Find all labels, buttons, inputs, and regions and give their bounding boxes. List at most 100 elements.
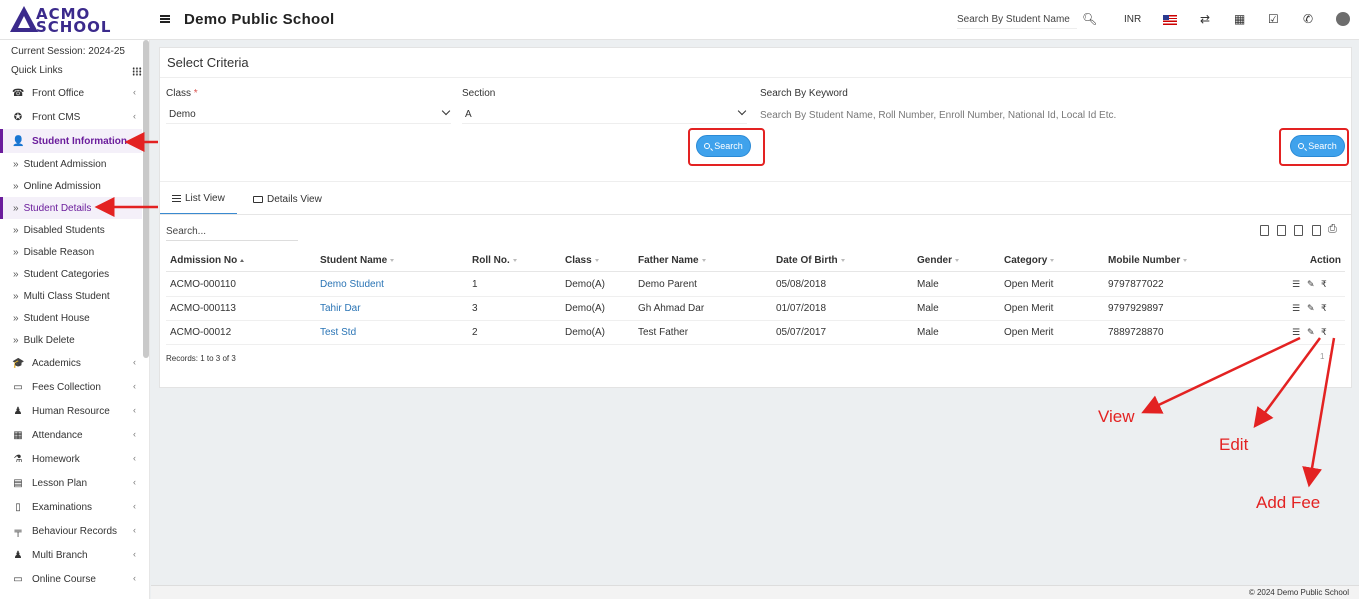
- column-header-date-of-birth[interactable]: Date Of Birth: [776, 255, 845, 266]
- annotation-edit: Edit: [1219, 435, 1249, 454]
- column-header-gender[interactable]: Gender: [917, 255, 960, 266]
- copy-icon[interactable]: [1260, 225, 1269, 236]
- student-name-link[interactable]: Test Std: [320, 327, 356, 338]
- sidebar-item-student-information[interactable]: 👤 Student Information: [0, 129, 142, 153]
- sidebar-item-label: Online Course: [32, 573, 96, 585]
- sidebar-item-examinations[interactable]: ▯ Examinations ‹: [0, 495, 142, 519]
- sidebar-item-behaviour-records[interactable]: ╤ Behaviour Records ‹: [0, 519, 142, 543]
- list-icon: [172, 195, 181, 202]
- sidebar-item-human-resource[interactable]: ♟ Human Resource ‹: [0, 399, 142, 423]
- highlight-box: [688, 128, 765, 166]
- print-icon[interactable]: ⎙: [1328, 223, 1337, 236]
- table-cell: 7889728870: [1108, 327, 1164, 338]
- sidebar-item-bulk-delete[interactable]: Bulk Delete: [0, 329, 142, 351]
- sidebar-item-academics[interactable]: 🎓 Academics ‹: [0, 351, 142, 375]
- sidebar-item-online-course[interactable]: ▭ Online Course ‹: [0, 567, 142, 591]
- switch-icon[interactable]: ⇄: [1200, 12, 1210, 26]
- table-cell: Open Merit: [1004, 303, 1054, 314]
- sidebar-item-label: Student House: [23, 312, 90, 324]
- logo-icon: [10, 5, 38, 32]
- pdf-icon[interactable]: [1312, 225, 1321, 236]
- sidebar-item-disabled-students[interactable]: Disabled Students: [0, 219, 142, 241]
- table-cell: Test Father: [638, 327, 689, 338]
- column-header-admission-no[interactable]: Admission No: [170, 255, 245, 266]
- sidebar-scrollbar[interactable]: [143, 40, 149, 358]
- column-header-mobile-number[interactable]: Mobile Number: [1108, 255, 1188, 266]
- csv-icon[interactable]: [1294, 225, 1303, 236]
- sidebar-item-student-details[interactable]: Student Details: [0, 197, 142, 219]
- edit-icon[interactable]: ✎: [1307, 303, 1315, 314]
- sidebar-item-multi-class-student[interactable]: Multi Class Student: [0, 285, 142, 307]
- currency-selector[interactable]: INR: [1124, 14, 1141, 25]
- fees-icon: ▭: [13, 381, 23, 393]
- sidebar-item-label: Student Details: [23, 202, 92, 214]
- column-header-label: Action: [1309, 255, 1341, 266]
- task-checklist-icon[interactable]: ☑: [1268, 12, 1279, 26]
- column-header-class[interactable]: Class: [565, 255, 599, 266]
- student-search-input[interactable]: [957, 11, 1077, 29]
- class-select[interactable]: Demo: [166, 106, 451, 124]
- chevron-left-icon: ‹: [133, 381, 136, 391]
- sort-icon: [512, 258, 517, 262]
- student-name-link[interactable]: Demo Student: [320, 279, 384, 290]
- tab-details-view[interactable]: Details View: [241, 184, 334, 215]
- sidebar-item-fees-collection[interactable]: ▭ Fees Collection ‹: [0, 375, 142, 399]
- page-number[interactable]: 1: [1320, 352, 1324, 361]
- calendar-icon[interactable]: ▦: [1234, 12, 1245, 26]
- language-flag-icon[interactable]: [1163, 15, 1177, 25]
- sort-icon: [1183, 258, 1188, 262]
- school-logo[interactable]: ACMO SCHOOL: [0, 0, 150, 40]
- annotation-view: View: [1098, 407, 1135, 426]
- table-cell: Demo(A): [565, 303, 606, 314]
- sidebar-item-multi-branch[interactable]: ♟ Multi Branch ‹: [0, 543, 142, 567]
- edit-icon[interactable]: ✎: [1307, 327, 1315, 338]
- column-header-action[interactable]: Action: [1310, 255, 1341, 266]
- add-fee-icon[interactable]: ₹: [1321, 279, 1327, 290]
- keyword-search-input[interactable]: [760, 106, 1345, 124]
- edit-icon[interactable]: ✎: [1307, 279, 1315, 290]
- column-header-label: Class: [565, 255, 592, 266]
- sidebar: Current Session: 2024-25 Quick Links ☎ Fr…: [0, 40, 150, 599]
- tab-list-view[interactable]: List View: [160, 184, 237, 215]
- view-icon[interactable]: ☰: [1292, 303, 1300, 314]
- view-icon[interactable]: ☰: [1292, 279, 1300, 290]
- hr-icon: ♟: [13, 405, 23, 417]
- sidebar-item-attendance[interactable]: ▦ Attendance ‹: [0, 423, 142, 447]
- section-select[interactable]: A: [462, 106, 747, 124]
- user-avatar[interactable]: [1336, 12, 1350, 26]
- column-header-category[interactable]: Category: [1004, 255, 1055, 266]
- class-select-value: Demo: [169, 109, 196, 120]
- column-header-student-name[interactable]: Student Name: [320, 255, 395, 266]
- column-header-label: Student Name: [320, 255, 388, 266]
- add-fee-icon[interactable]: ₹: [1321, 303, 1327, 314]
- sidebar-item-disable-reason[interactable]: Disable Reason: [0, 241, 142, 263]
- hamburger-menu-icon[interactable]: [160, 15, 170, 23]
- sidebar-item-front-cms[interactable]: ✪ Front CMS ‹: [0, 105, 142, 129]
- attendance-icon: ▦: [13, 429, 23, 441]
- sidebar-item-student-admission[interactable]: Student Admission: [0, 153, 142, 175]
- search-icon[interactable]: 🔍︎: [1082, 12, 1097, 26]
- table-search-input[interactable]: [166, 223, 298, 241]
- annotation-add-fee: Add Fee: [1256, 493, 1321, 512]
- grid-icon[interactable]: [132, 67, 142, 76]
- sidebar-item-student-house[interactable]: Student House: [0, 307, 142, 329]
- whatsapp-icon[interactable]: ✆: [1303, 12, 1313, 26]
- table-cell: Demo Parent: [638, 279, 697, 290]
- table-cell: 05/07/2017: [776, 327, 827, 338]
- sidebar-item-lesson-plan[interactable]: ▤ Lesson Plan ‹: [0, 471, 142, 495]
- chevron-down-icon: [441, 106, 451, 116]
- column-header-father-name[interactable]: Father Name: [638, 255, 706, 266]
- sidebar-item-online-admission[interactable]: Online Admission: [0, 175, 142, 197]
- table-cell: 3: [472, 303, 478, 314]
- add-fee-icon[interactable]: ₹: [1321, 327, 1327, 338]
- student-name-link[interactable]: Tahir Dar: [320, 303, 361, 314]
- sidebar-item-student-categories[interactable]: Student Categories: [0, 263, 142, 285]
- excel-icon[interactable]: [1277, 225, 1286, 236]
- sidebar-nav: ☎ Front Office ‹ ✪ Front CMS ‹ 👤 Student Inform…: [0, 81, 142, 591]
- sidebar-item-front-office[interactable]: ☎ Front Office ‹: [0, 81, 142, 105]
- pagination[interactable]: 1 ›: [1320, 352, 1332, 361]
- sidebar-item-homework[interactable]: ⚗ Homework ‹: [0, 447, 142, 471]
- column-header-roll-no-[interactable]: Roll No.: [472, 255, 517, 266]
- chevron-left-icon: ‹: [133, 525, 136, 535]
- view-icon[interactable]: ☰: [1292, 327, 1300, 338]
